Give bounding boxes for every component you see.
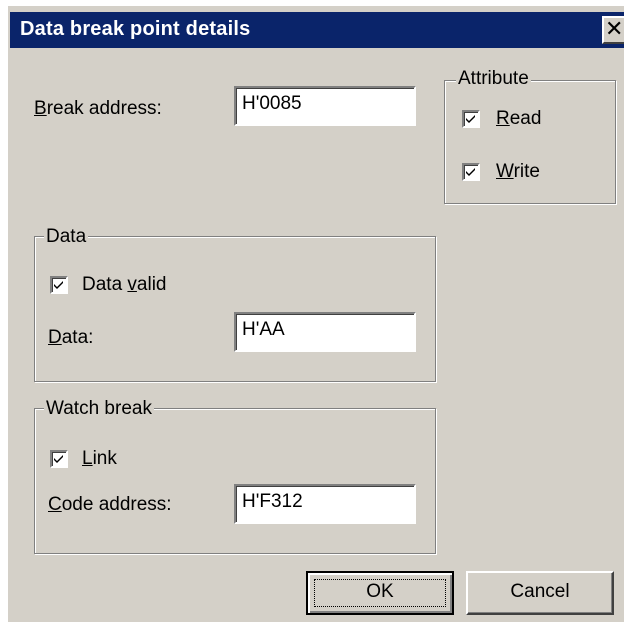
cancel-button[interactable]: Cancel (466, 571, 614, 615)
watch-break-legend: Watch break (44, 398, 154, 420)
data-valid-checkbox[interactable] (50, 276, 68, 294)
write-checkbox[interactable] (462, 163, 480, 181)
data-label: Data: (48, 327, 94, 348)
focus-rect (314, 579, 446, 607)
code-address-label: Code address: (48, 494, 172, 515)
close-button[interactable]: ✕ (602, 16, 624, 44)
link-checkbox[interactable] (50, 450, 68, 468)
close-icon: ✕ (605, 17, 624, 42)
read-label[interactable]: Read (496, 108, 541, 130)
break-address-label: Break address: (34, 98, 162, 119)
checkmark-icon (54, 281, 63, 289)
title-bar[interactable]: Data break point details ✕ (10, 12, 624, 48)
ok-button[interactable]: OK (306, 571, 454, 615)
checkmark-icon (466, 115, 475, 123)
watch-break-group (34, 408, 436, 554)
attribute-group (444, 80, 616, 204)
code-address-input[interactable]: H'F312 (234, 484, 416, 524)
write-label[interactable]: Write (496, 161, 540, 183)
cancel-label: Cancel (510, 581, 570, 602)
checkmark-icon (54, 455, 63, 463)
link-label[interactable]: Link (82, 448, 117, 470)
data-group (34, 236, 436, 382)
data-input[interactable]: H'AA (234, 312, 416, 352)
checkmark-icon (466, 168, 475, 176)
window-title: Data break point details (20, 18, 251, 40)
break-address-input[interactable]: H'0085 (234, 86, 416, 126)
data-valid-label[interactable]: Data valid (82, 274, 167, 296)
read-checkbox[interactable] (462, 110, 480, 128)
data-legend: Data (44, 226, 89, 248)
attribute-legend: Attribute (456, 68, 531, 90)
